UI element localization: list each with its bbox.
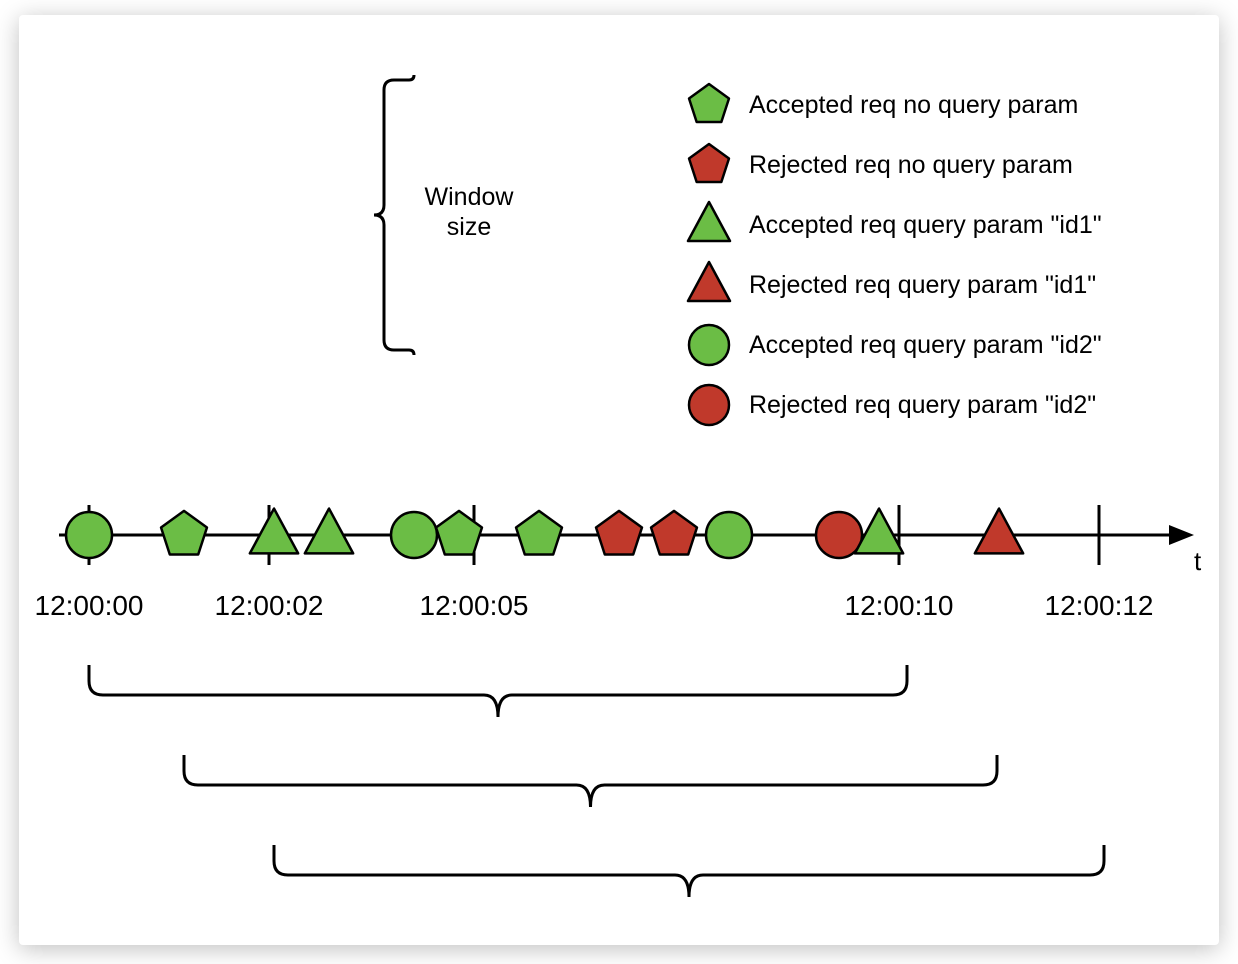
legend-label: Rejected req query param "id1" — [749, 271, 1096, 299]
tick-label: 12:00:02 — [215, 590, 324, 621]
event-pentagon-accepted — [161, 511, 207, 555]
event-triangle-accepted — [250, 509, 298, 554]
window-size-label-1: Window — [425, 183, 515, 211]
legend-item: Accepted req query param "id2" — [689, 325, 1102, 365]
timeline-events — [66, 509, 1023, 558]
tick-label: 12:00:10 — [845, 590, 954, 621]
window-brace — [184, 755, 997, 807]
legend-label: Rejected req query param "id2" — [749, 391, 1096, 419]
window-brace — [274, 845, 1104, 897]
legend-item: Accepted req query param "id1" — [688, 202, 1102, 241]
legend-item: Accepted req no query param — [689, 84, 1078, 122]
legend: Accepted req no query param Rejected req … — [688, 84, 1102, 425]
event-triangle-rejected — [975, 509, 1023, 554]
event-triangle-accepted — [305, 509, 353, 554]
legend-item: Rejected req no query param — [689, 144, 1073, 182]
window-size-label-2: size — [447, 213, 491, 241]
tick-label: 12:00:00 — [35, 590, 144, 621]
axis-label: t — [1194, 546, 1202, 576]
diagram-svg: Accepted req no query param Rejected req … — [19, 15, 1219, 945]
tick-label: 12:00:12 — [1045, 590, 1154, 621]
event-circle-accepted — [66, 512, 112, 558]
legend-label: Accepted req query param "id1" — [749, 211, 1102, 239]
event-circle-accepted — [391, 512, 437, 558]
legend-item: Rejected req query param "id2" — [689, 385, 1096, 425]
window-brace — [89, 665, 907, 717]
legend-item: Rejected req query param "id1" — [688, 262, 1096, 301]
window-braces — [89, 665, 1104, 897]
diagram-frame: Accepted req no query param Rejected req … — [19, 15, 1219, 945]
window-size-brace: Window size — [374, 75, 514, 355]
tick-label: 12:00:05 — [420, 590, 529, 621]
event-pentagon-rejected — [596, 511, 642, 555]
legend-label: Rejected req no query param — [749, 151, 1073, 179]
event-pentagon-rejected — [651, 511, 697, 555]
legend-label: Accepted req query param "id2" — [749, 331, 1102, 359]
event-circle-accepted — [706, 512, 752, 558]
legend-label: Accepted req no query param — [749, 91, 1078, 119]
event-pentagon-accepted — [516, 511, 562, 555]
